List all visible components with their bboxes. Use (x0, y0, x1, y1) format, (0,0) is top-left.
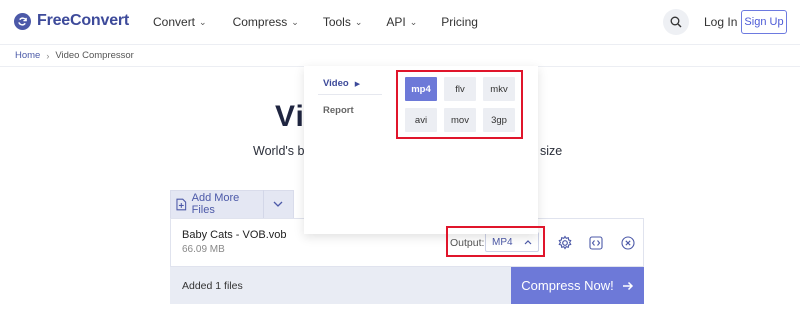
format-grid-highlight (396, 70, 523, 139)
nav-label: API (386, 15, 406, 29)
logo-text: FreeConvert (37, 12, 130, 29)
chevron-down-icon (273, 201, 283, 207)
remove-file-button[interactable] (619, 234, 637, 252)
category-video[interactable]: Video ▶ (323, 78, 360, 89)
breadcrumb-current: Video Compressor (55, 50, 134, 61)
chevron-down-icon: ⌄ (199, 16, 207, 27)
page-title: Vi (275, 100, 305, 133)
divider (318, 94, 382, 95)
nav-label: Compress (232, 15, 288, 29)
search-icon (670, 16, 682, 28)
arrow-right-icon (622, 281, 633, 290)
search-button[interactable] (663, 9, 689, 35)
add-file-icon (176, 198, 187, 210)
page-subtitle-end: size (540, 144, 563, 158)
nav-label: Tools (322, 15, 351, 29)
breadcrumb: Home › Video Compressor (15, 50, 134, 61)
category-report[interactable]: Report (323, 105, 354, 116)
nav-item-compress[interactable]: Compress ⌄ (233, 15, 299, 29)
caret-right-icon: ▶ (354, 80, 361, 88)
close-circle-icon (621, 236, 635, 250)
nav-label: Pricing (441, 15, 478, 29)
main-nav: Convert ⌄ Compress ⌄ Tools ⌄ API ⌄ Prici… (153, 15, 478, 29)
code-icon (589, 236, 603, 250)
chevron-right-icon: › (46, 50, 50, 61)
nav-item-pricing[interactable]: Pricing (441, 15, 478, 29)
nav-item-api[interactable]: API ⌄ (386, 15, 417, 29)
chevron-down-icon: ⌄ (354, 16, 363, 27)
chevron-down-icon: ⌄ (291, 16, 299, 27)
signup-button[interactable]: Sign Up (741, 10, 787, 34)
add-more-files-button[interactable]: Add More Files (170, 190, 264, 218)
nav-item-tools[interactable]: Tools ⌄ (323, 15, 363, 29)
file-size: 66.09 MB (182, 244, 225, 255)
added-files-count: Added 1 files (182, 280, 243, 292)
compress-now-button[interactable]: Compress Now! (511, 267, 644, 304)
embed-code-button[interactable] (587, 234, 605, 252)
file-name: Baby Cats - VOB.vob (182, 229, 287, 241)
compress-now-label: Compress Now! (521, 278, 614, 293)
logo[interactable]: FreeConvert (14, 12, 129, 30)
nav-label: Convert (153, 15, 196, 29)
breadcrumb-home[interactable]: Home (15, 50, 40, 61)
top-header: FreeConvert Convert ⌄ Compress ⌄ Tools ⌄… (0, 0, 800, 45)
logo-icon (14, 12, 31, 30)
category-video-label: Video (323, 78, 349, 89)
nav-item-convert[interactable]: Convert ⌄ (153, 15, 207, 29)
page-subtitle-start: World's be (253, 144, 312, 158)
output-select-highlight (446, 226, 545, 257)
settings-button[interactable] (556, 234, 574, 252)
chevron-down-icon: ⌄ (409, 16, 418, 27)
add-files-dropdown-button[interactable] (264, 190, 292, 218)
login-link[interactable]: Log In (704, 15, 737, 29)
add-more-files-label: Add More Files (191, 192, 240, 216)
gear-icon (558, 235, 572, 250)
